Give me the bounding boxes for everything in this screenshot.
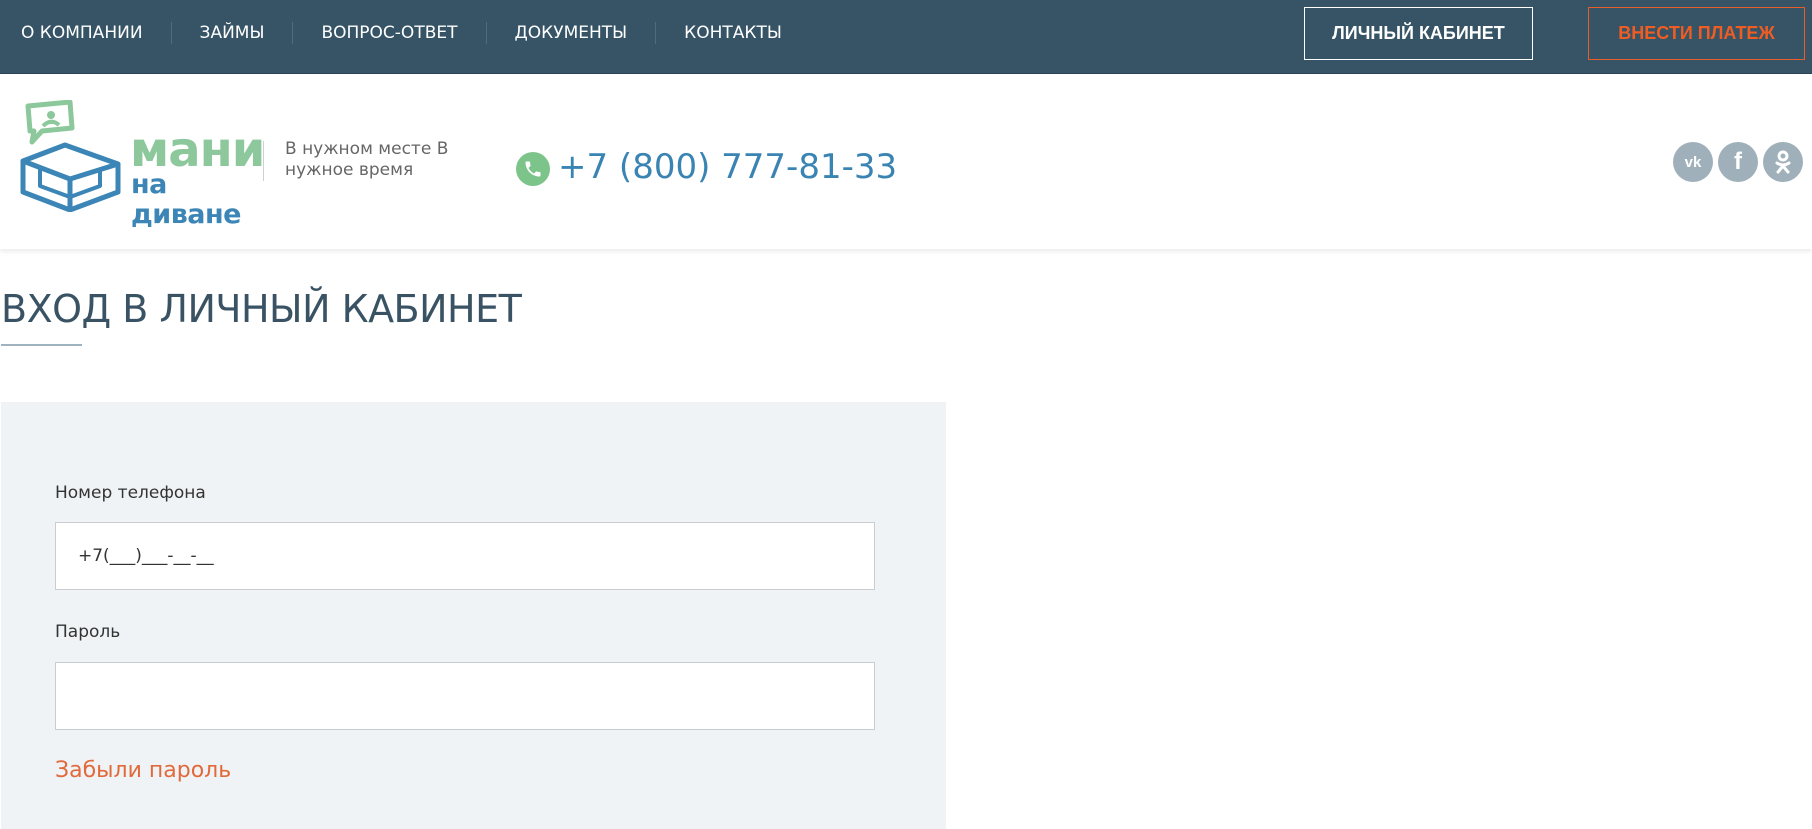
facebook-icon[interactable]: f [1718, 142, 1758, 182]
nav-divider [655, 22, 657, 44]
nav-divider [485, 22, 487, 44]
phone-label: Номер телефона [55, 483, 206, 503]
main-menu: О КОМПАНИИ ЗАЙМЫ ВОПРОС-ОТВЕТ ДОКУМЕНТЫ … [21, 0, 782, 66]
forgot-password-link[interactable]: Забыли пароль [55, 757, 231, 785]
password-input[interactable] [55, 662, 875, 730]
nav-item-loans[interactable]: ЗАЙМЫ [200, 23, 265, 43]
nav-item-about[interactable]: О КОМПАНИИ [21, 23, 143, 43]
site-header: мани на диване В нужном месте В нужное в… [0, 74, 1812, 249]
password-label: Пароль [55, 622, 121, 642]
login-form: Номер телефона Пароль Забыли пароль [1, 402, 946, 829]
top-navigation-bar: О КОМПАНИИ ЗАЙМЫ ВОПРОС-ОТВЕТ ДОКУМЕНТЫ … [0, 0, 1812, 74]
nav-item-contacts[interactable]: КОНТАКТЫ [684, 23, 782, 43]
site-logo[interactable]: мани на диване [20, 99, 265, 230]
nav-divider [170, 22, 172, 44]
nav-item-documents[interactable]: ДОКУМЕНТЫ [515, 23, 628, 43]
nav-item-faq[interactable]: ВОПРОС-ОТВЕТ [321, 23, 457, 43]
phone-icon [516, 152, 550, 186]
odnoklassniki-icon[interactable] [1763, 142, 1803, 182]
nav-divider [292, 22, 294, 44]
slogan: В нужном месте В нужное время [285, 139, 449, 180]
page-title: ВХОД В ЛИЧНЫЙ КАБИНЕТ [1, 287, 522, 331]
header-divider [263, 141, 264, 181]
logo-wordmark-bottom: на диване [131, 169, 242, 230]
vk-icon[interactable]: vk [1673, 142, 1713, 182]
logo-box-icon [20, 99, 121, 213]
phone-input[interactable] [55, 522, 875, 590]
hotline-phone-number[interactable]: +7 (800) 777-81-33 [558, 146, 897, 188]
make-payment-button[interactable]: ВНЕСТИ ПЛАТЕЖ [1588, 7, 1805, 60]
logo-wordmark-top: мани [130, 122, 265, 178]
personal-cabinet-button[interactable]: ЛИЧНЫЙ КАБИНЕТ [1304, 7, 1533, 60]
title-underline [1, 344, 82, 346]
